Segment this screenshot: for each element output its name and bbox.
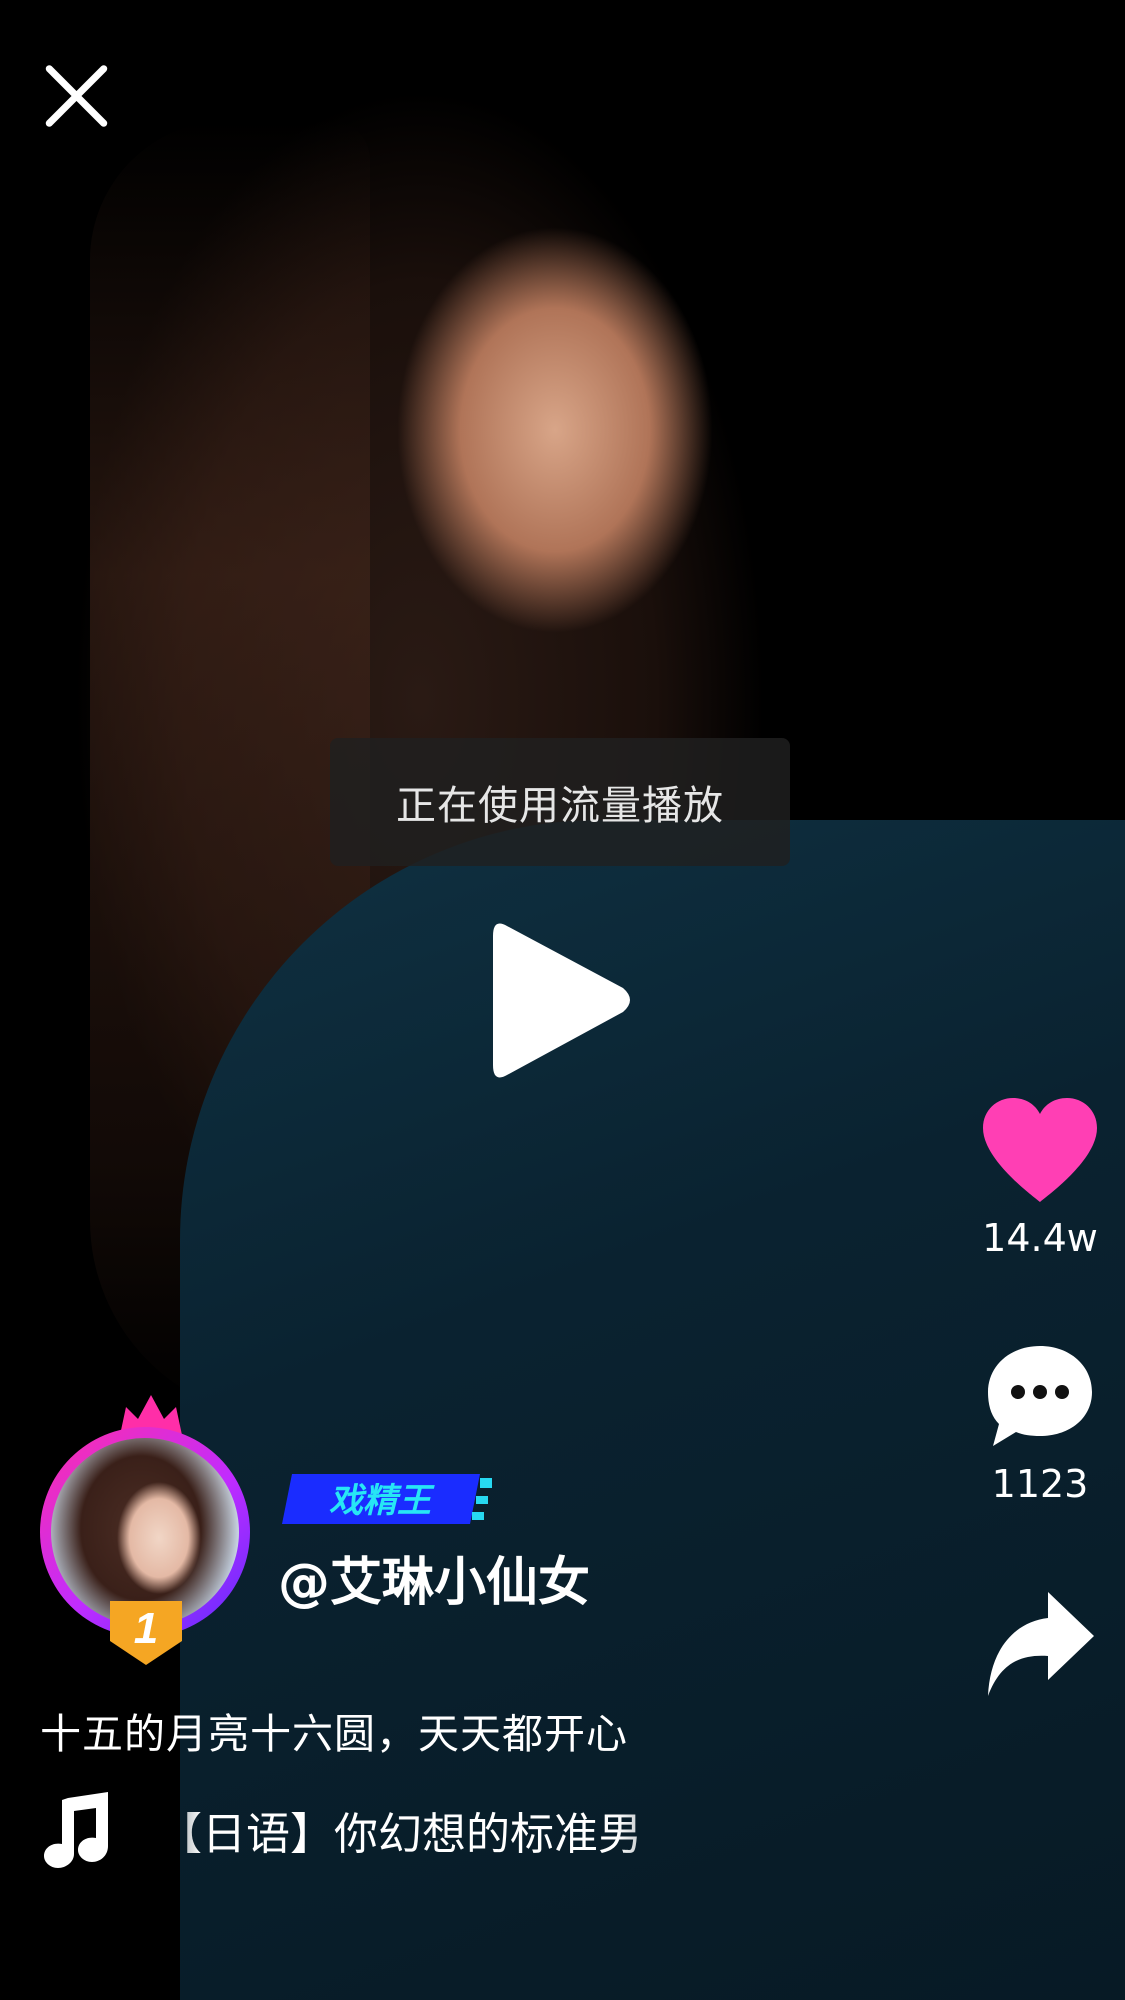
share-button[interactable] — [955, 1588, 1125, 1704]
music-note-icon — [44, 1792, 108, 1868]
music-title: 【日语】你幻想的标准男 — [158, 1809, 642, 1860]
author-avatar[interactable]: 1 — [40, 1395, 252, 1665]
comment-bubble-icon — [988, 1346, 1092, 1446]
rank-badge: 1 — [110, 1601, 182, 1665]
title-tag-badge: 戏精王 — [282, 1474, 492, 1524]
video-caption: 十五的月亮十六圆，天天都开心 — [40, 1710, 628, 1758]
toast-text: 正在使用流量播放 — [396, 783, 724, 829]
music-bar[interactable]: 【日语】你幻想的标准男 — [40, 1790, 700, 1870]
title-tag-text: 戏精王 — [329, 1481, 435, 1521]
heart-icon — [983, 1098, 1097, 1202]
share-arrow-icon — [988, 1592, 1094, 1696]
rank-number: 1 — [134, 1604, 158, 1653]
like-count: 14.4w — [982, 1216, 1098, 1260]
comment-button[interactable]: 1123 — [955, 1342, 1125, 1506]
comment-count: 1123 — [991, 1462, 1089, 1506]
like-button[interactable]: 14.4w — [955, 1098, 1125, 1260]
close-icon[interactable] — [38, 58, 114, 134]
author-username[interactable]: @艾琳小仙女 — [278, 1540, 590, 1615]
cellular-playback-toast: 正在使用流量播放 — [330, 738, 790, 866]
play-icon[interactable] — [493, 918, 633, 1083]
